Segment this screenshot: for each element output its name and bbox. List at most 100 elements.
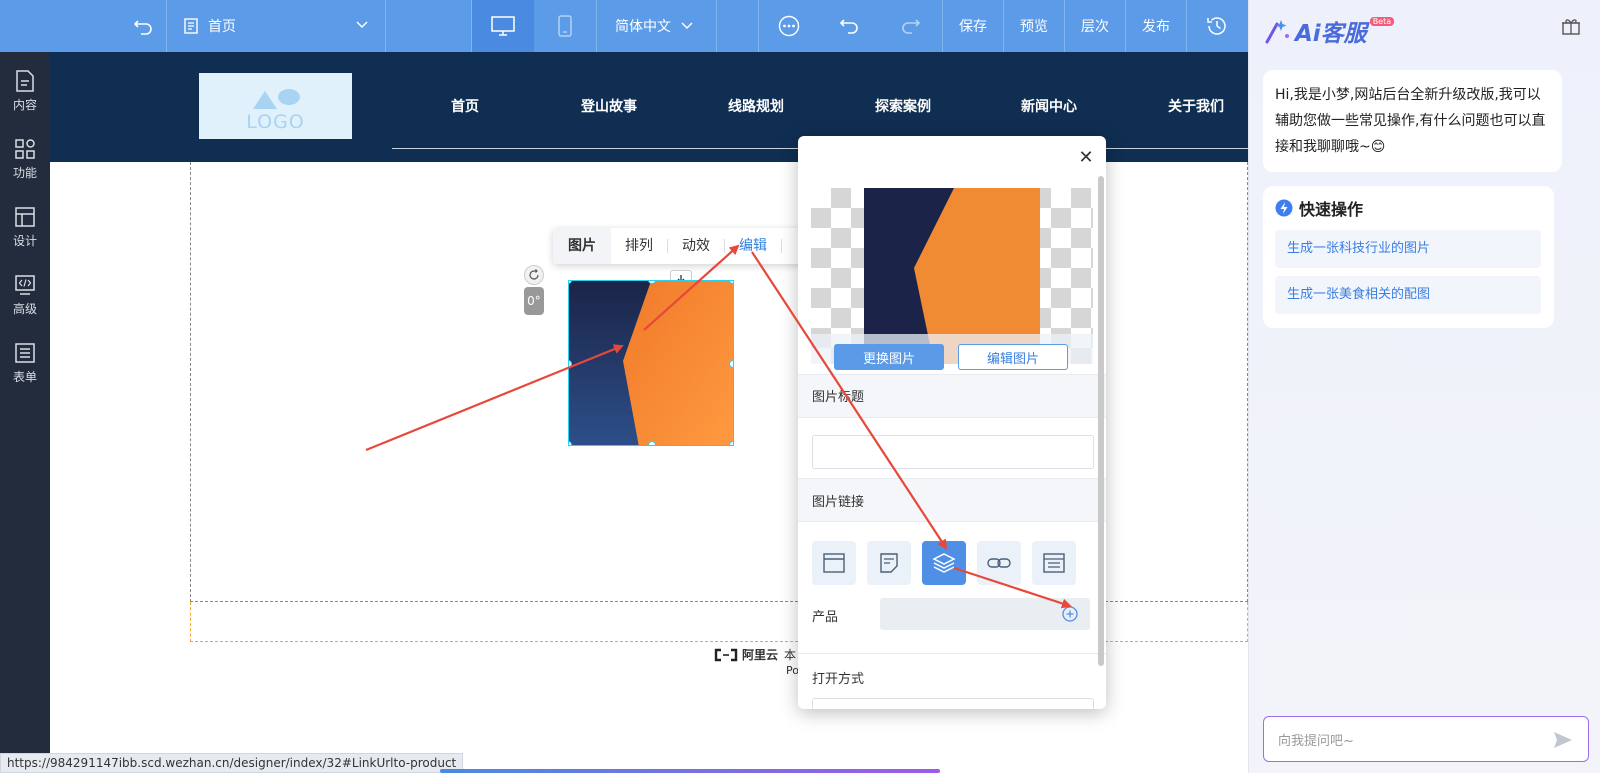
- ai-title-text: Ai客服: [1295, 21, 1367, 47]
- page-name: 首页: [208, 19, 236, 35]
- tab-edit[interactable]: 编辑: [739, 228, 767, 264]
- selected-image[interactable]: [568, 280, 734, 446]
- sidebar-item-label: 功能: [12, 165, 37, 180]
- footer-text-fragment: 本: [784, 648, 797, 662]
- history-button[interactable]: [1187, 0, 1247, 52]
- sidebar-item-advanced[interactable]: 高级: [0, 262, 50, 328]
- site-logo[interactable]: LOGO: [199, 73, 352, 139]
- form-icon: [15, 342, 35, 363]
- ai-title: Ai客服 Beta: [1263, 14, 1395, 48]
- image-link-label: 图片链接: [812, 495, 865, 510]
- undo-back-icon[interactable]: [120, 0, 166, 52]
- more-icon: [778, 15, 800, 37]
- sidebar-item-label: 设计: [12, 233, 37, 248]
- nav-item-news[interactable]: 新闻中心: [1021, 96, 1077, 116]
- tab-image[interactable]: 图片: [568, 228, 596, 264]
- tab-arrange[interactable]: 排列: [625, 228, 653, 264]
- footer-brand: 阿里云 本: [714, 646, 796, 663]
- quick-action-item[interactable]: 生成一张科技行业的图片: [1275, 230, 1541, 268]
- gift-button[interactable]: [1561, 16, 1581, 40]
- top-toolbar: 首页 简体中文 保存 预览 层次 发布: [0, 0, 1248, 52]
- gift-icon: [1562, 19, 1580, 35]
- sidebar-item-function[interactable]: 功能: [0, 126, 50, 192]
- preview-button[interactable]: 预览: [1004, 0, 1064, 52]
- nav-item-home[interactable]: 首页: [451, 96, 479, 116]
- beta-badge: Beta: [1369, 16, 1395, 26]
- image-settings-panel: ✕ 更换图片 编辑图片 图片标题 图片链接 产品 打开方式: [798, 136, 1106, 709]
- save-button[interactable]: 保存: [943, 0, 1003, 52]
- link-icon: [987, 558, 1011, 568]
- image-toolbar: 图片 排列 动效 编辑: [553, 228, 803, 264]
- ai-greeting-message: Hi,我是小梦,网站后台全新升级改版,我可以辅助您做一些常见操作,有什么问题也可…: [1263, 70, 1562, 172]
- status-url: https://984291147ibb.scd.wezhan.cn/desig…: [0, 753, 464, 773]
- more-options-button[interactable]: [764, 0, 814, 52]
- grid-icon: [15, 138, 35, 159]
- language-selector[interactable]: 简体中文: [604, 0, 704, 52]
- close-button[interactable]: ✕: [1076, 148, 1096, 168]
- image-title-input[interactable]: [812, 435, 1094, 469]
- image-title-label: 图片标题: [812, 390, 865, 405]
- page-selector[interactable]: 首页: [184, 0, 374, 52]
- desktop-icon: [491, 16, 515, 36]
- layers-icon: [932, 553, 956, 573]
- link-type-article-button[interactable]: [867, 541, 911, 585]
- replace-image-button[interactable]: 更换图片: [834, 344, 944, 370]
- lightning-icon: [1275, 199, 1293, 217]
- panel-scrollbar[interactable]: [1098, 176, 1104, 666]
- history-icon: [1207, 17, 1226, 35]
- link-type-product-button[interactable]: [922, 541, 966, 585]
- chevron-down-icon: [356, 21, 368, 29]
- quick-actions-card: 快速操作 生成一张科技行业的图片 生成一张美食相关的配图: [1263, 186, 1554, 328]
- open-mode-label: 打开方式: [812, 672, 865, 687]
- product-label: 产品: [812, 610, 839, 625]
- send-icon[interactable]: [1552, 729, 1574, 751]
- ai-question-input[interactable]: 向我提问吧~: [1263, 716, 1589, 762]
- layers-button[interactable]: 层次: [1065, 0, 1125, 52]
- left-sidebar: 内容 功能 设计 高级 表单: [0, 52, 50, 773]
- publish-button[interactable]: 发布: [1126, 0, 1186, 52]
- nav-item-cases[interactable]: 探索案例: [875, 96, 931, 116]
- code-icon: [15, 274, 35, 295]
- footer-brand-text: 阿里云: [742, 648, 779, 662]
- image-preview: [811, 188, 1093, 364]
- quick-actions-title: 快速操作: [1299, 200, 1364, 219]
- logo-text: LOGO: [246, 111, 305, 133]
- link-type-url-button[interactable]: [977, 541, 1021, 585]
- link-type-list-button[interactable]: [1032, 541, 1076, 585]
- rotation-value: 0°: [524, 287, 544, 315]
- tab-animation[interactable]: 动效: [682, 228, 710, 264]
- link-type-page-button[interactable]: [812, 541, 856, 585]
- mobile-view-button[interactable]: [534, 0, 596, 52]
- rotate-icon: [529, 269, 539, 280]
- add-icon[interactable]: [1062, 606, 1078, 622]
- product-selector[interactable]: [880, 598, 1090, 630]
- rotate-button[interactable]: [524, 265, 544, 285]
- sidebar-item-label: 高级: [12, 301, 37, 316]
- loading-progress: [440, 769, 940, 773]
- desktop-view-button[interactable]: [472, 0, 534, 52]
- undo-icon: [839, 19, 858, 34]
- open-mode-select[interactable]: [812, 698, 1094, 709]
- language-label: 简体中文: [615, 19, 671, 35]
- sidebar-item-content[interactable]: 内容: [0, 58, 50, 124]
- list-icon: [1043, 553, 1065, 573]
- layout-icon: [15, 206, 35, 227]
- aliyun-logo-icon: [714, 648, 738, 661]
- edit-image-button[interactable]: 编辑图片: [958, 344, 1068, 370]
- chevron-down-icon: [681, 22, 693, 30]
- browser-icon: [823, 553, 845, 573]
- nav-item-about[interactable]: 关于我们: [1168, 96, 1224, 116]
- ai-assistant-panel: Ai客服 Beta Hi,我是小梦,网站后台全新升级改版,我可以辅助您做一些常见…: [1248, 0, 1600, 773]
- undo-button[interactable]: [824, 0, 874, 52]
- redo-icon: [902, 19, 921, 34]
- article-icon: [880, 553, 898, 573]
- redo-button[interactable]: [886, 0, 936, 52]
- nav-item-routes[interactable]: 线路规划: [728, 96, 784, 116]
- sidebar-item-design[interactable]: 设计: [0, 194, 50, 260]
- mobile-icon: [558, 15, 572, 37]
- nav-item-stories[interactable]: 登山故事: [581, 96, 637, 116]
- quick-action-item[interactable]: 生成一张美食相关的配图: [1275, 276, 1541, 314]
- ai-sparkle-icon: [1265, 20, 1289, 44]
- document-icon: [16, 69, 34, 92]
- sidebar-item-form[interactable]: 表单: [0, 330, 50, 396]
